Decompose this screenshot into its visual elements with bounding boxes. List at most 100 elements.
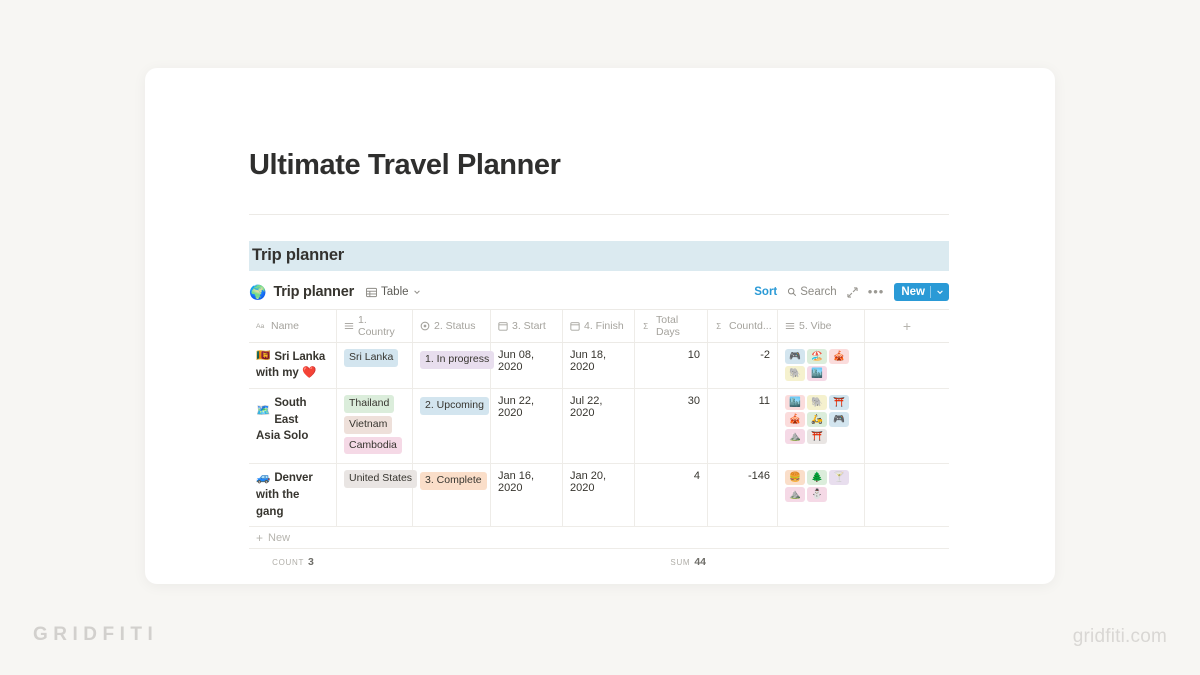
cell-total-days[interactable]: 10	[635, 342, 708, 389]
country-tag[interactable]: Cambodia	[344, 436, 402, 455]
cell-start-date[interactable]: Jun 08, 2020	[491, 342, 563, 389]
table-icon	[366, 287, 378, 298]
vibe-tag[interactable]: 🍸	[829, 470, 849, 486]
column-header-finish[interactable]: 4. Finish	[563, 309, 635, 342]
table-body: 🇱🇰 Sri Lanka with my ❤️ Sri Lanka 1. In …	[249, 342, 949, 528]
add-column-button[interactable]: +	[865, 310, 949, 342]
country-tag[interactable]: Thailand	[344, 395, 395, 413]
page-title: Ultimate Travel Planner	[249, 149, 561, 181]
date-icon	[498, 321, 508, 331]
vibe-tag[interactable]: ⛩️	[829, 395, 849, 411]
multi-select-icon	[344, 321, 354, 331]
vibe-tag[interactable]: 🍔	[785, 470, 805, 486]
table-row[interactable]: 🗺️ South East Asia Solo Thailand Vietnam C…	[249, 389, 949, 465]
new-record-label: New	[901, 286, 925, 299]
cell-status[interactable]: 2. Upcoming	[413, 389, 491, 464]
vibe-tag[interactable]: ⛰️	[785, 429, 805, 445]
vibe-tag[interactable]: ⛄	[807, 487, 827, 503]
aggregate-sum-value: 44	[694, 555, 706, 568]
row-title-line1: Sri Lanka	[274, 350, 326, 363]
country-tag[interactable]: United States	[344, 470, 418, 489]
cell-empty	[865, 343, 949, 388]
search-button[interactable]: Search	[787, 286, 837, 298]
vibe-tag[interactable]: 🎪	[829, 348, 849, 364]
cell-total-days[interactable]: 30	[635, 389, 708, 464]
cell-total-days[interactable]: 4	[635, 464, 708, 527]
cell-vibe[interactable]: 🏙️ 🐘 ⛩️ 🎪 🛵 🎮 ⛰️ ⛩️	[778, 389, 865, 464]
new-record-button[interactable]: New	[894, 283, 949, 302]
cell-name[interactable]: 🇱🇰 Sri Lanka with my ❤️	[249, 342, 337, 389]
title-text-icon: Aa	[256, 321, 267, 330]
status-tag[interactable]: 1. In progress	[420, 350, 495, 369]
aggregate-sum[interactable]: SUM 44	[635, 556, 708, 568]
svg-text:Σ: Σ	[716, 322, 721, 331]
section-heading-text: Trip planner	[252, 246, 345, 265]
column-header-vibe[interactable]: 5. Vibe	[778, 309, 865, 342]
aggregate-count[interactable]: COUNT 3	[249, 556, 337, 568]
column-header-status[interactable]: 2. Status	[413, 309, 491, 342]
formula-sigma-icon: Σ	[715, 321, 725, 331]
cell-finish-date[interactable]: Jul 22, 2020	[563, 389, 635, 464]
new-button-divider	[930, 286, 931, 299]
cell-vibe[interactable]: 🍔 🌲 🍸 ⛰️ ⛄	[778, 464, 865, 527]
country-tag[interactable]: Vietnam	[344, 415, 393, 434]
cell-finish-date[interactable]: Jun 18, 2020	[563, 342, 635, 389]
cell-status[interactable]: 3. Complete	[413, 464, 491, 527]
column-header-countdown[interactable]: Σ Countd...	[708, 309, 778, 342]
column-header-label: Countd...	[729, 319, 772, 332]
multi-select-icon	[785, 321, 795, 331]
column-header-label: 1. Country	[358, 313, 395, 338]
vibe-tag[interactable]: 🏖️	[807, 348, 827, 364]
cell-country[interactable]: United States	[337, 464, 418, 527]
database-title[interactable]: Trip planner	[273, 284, 354, 300]
row-title-line1: Denver	[274, 472, 313, 485]
cell-start-date[interactable]: Jan 16, 2020	[491, 464, 563, 527]
cell-country[interactable]: Sri Lanka	[337, 342, 413, 389]
column-header-country[interactable]: 1. Country	[337, 309, 413, 342]
cell-empty	[865, 389, 949, 463]
new-row-button[interactable]: + New	[249, 527, 949, 550]
cell-start-date[interactable]: Jun 22, 2020	[491, 389, 563, 464]
vibe-tag[interactable]: ⛰️	[785, 487, 805, 503]
vibe-tag[interactable]: 🐘	[785, 365, 805, 381]
more-options-button[interactable]: •••	[868, 285, 885, 298]
gridfiti-url-watermark: gridfiti.com	[1072, 626, 1167, 647]
row-title-line1: South East	[274, 397, 307, 426]
cell-country[interactable]: Thailand Vietnam Cambodia	[337, 389, 413, 464]
view-tab-table[interactable]: Table	[366, 286, 421, 298]
vibe-tag[interactable]: 🐘	[807, 395, 827, 411]
table-row[interactable]: 🚙 Denver with the gang United States 3. …	[249, 464, 949, 528]
table-header-row: Aa Name 1. Country 2. Status 3. Start 4.…	[249, 309, 949, 343]
expand-icon[interactable]	[847, 287, 858, 298]
sort-button[interactable]: Sort	[754, 286, 777, 298]
formula-sigma-icon: Σ	[642, 321, 652, 331]
cell-name[interactable]: 🗺️ South East Asia Solo	[249, 389, 337, 464]
cell-status[interactable]: 1. In progress	[413, 342, 495, 389]
cell-countdown[interactable]: 11	[708, 389, 778, 464]
cell-finish-date[interactable]: Jan 20, 2020	[563, 464, 635, 527]
column-header-name[interactable]: Aa Name	[249, 309, 337, 342]
country-tag[interactable]: Sri Lanka	[344, 348, 399, 367]
status-tag[interactable]: 3. Complete	[420, 472, 487, 491]
vibe-tag[interactable]: 🎪	[785, 412, 805, 428]
vibe-tag[interactable]: 🎮	[829, 412, 849, 428]
vibe-tag[interactable]: ⛩️	[807, 429, 827, 445]
vibe-tag[interactable]: 🛵	[807, 412, 827, 428]
database-toolbar-left: 🌍 Trip planner Table	[249, 284, 421, 300]
status-tag[interactable]: 2. Upcoming	[420, 397, 489, 415]
cell-countdown[interactable]: -146	[708, 464, 778, 527]
cell-name[interactable]: 🚙 Denver with the gang	[249, 464, 337, 527]
vibe-tag[interactable]: 🌲	[807, 470, 827, 486]
table-row[interactable]: 🇱🇰 Sri Lanka with my ❤️ Sri Lanka 1. In …	[249, 342, 949, 390]
chevron-down-icon[interactable]	[936, 288, 944, 296]
column-header-start[interactable]: 3. Start	[491, 309, 563, 342]
column-header-total-days[interactable]: Σ Total Days	[635, 309, 708, 342]
vibe-tag[interactable]: 🏙️	[785, 395, 805, 411]
notion-page-card: Ultimate Travel Planner Trip planner 🌍 T…	[145, 68, 1055, 584]
svg-text:Σ: Σ	[643, 322, 648, 331]
vibe-tag[interactable]: 🏙️	[807, 365, 827, 381]
cell-countdown[interactable]: -2	[708, 342, 778, 389]
plus-icon: +	[256, 530, 264, 545]
vibe-tag[interactable]: 🎮	[785, 348, 805, 364]
cell-vibe[interactable]: 🎮 🏖️ 🎪 🐘 🏙️	[778, 342, 865, 389]
